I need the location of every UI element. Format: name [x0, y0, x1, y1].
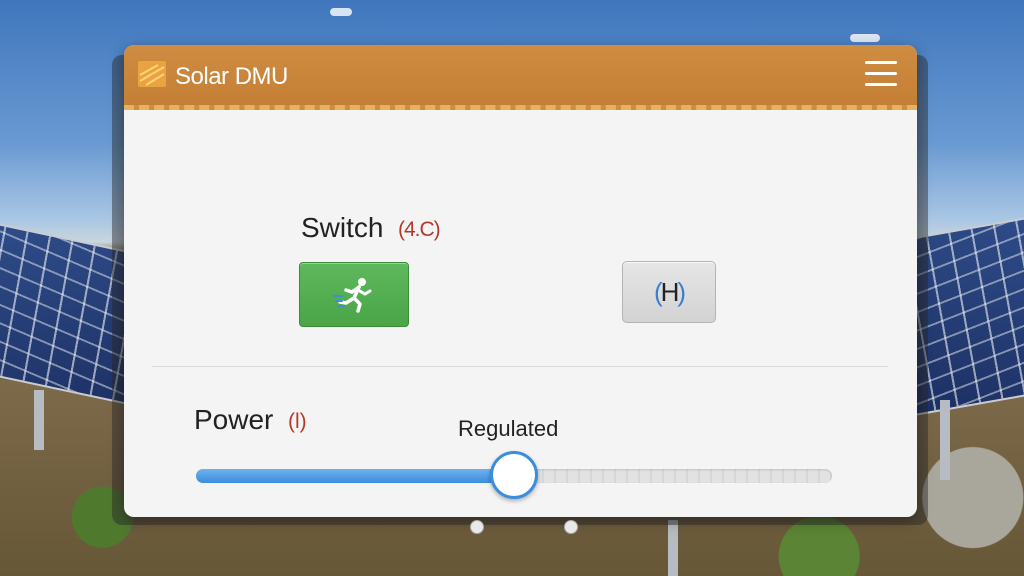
run-button[interactable]	[299, 262, 409, 327]
power-slider-fill	[196, 469, 514, 483]
power-label: Power	[194, 404, 274, 435]
section-divider	[152, 366, 888, 367]
background-cloud	[330, 8, 352, 16]
power-slider-thumb[interactable]	[490, 451, 538, 499]
power-slider-track[interactable]	[196, 451, 832, 499]
screen: Solar DMU Switch (4.C) (H) Power (l) Reg…	[0, 0, 1024, 576]
window-resize-handle[interactable]	[470, 520, 484, 534]
window-resize-handle[interactable]	[564, 520, 578, 534]
title-bar: Solar DMU	[124, 45, 917, 110]
running-person-icon	[333, 277, 372, 313]
background-cloud	[850, 34, 880, 42]
switch-label: Switch	[301, 212, 384, 243]
app-title: Solar DMU	[175, 63, 288, 90]
power-status-badge: (l)	[288, 410, 307, 433]
solar-logo-icon	[138, 61, 166, 87]
switch-status-badge: (4.C)	[398, 218, 441, 241]
background-post	[34, 390, 44, 450]
hold-button[interactable]: (H)	[622, 261, 716, 323]
background-post	[940, 400, 950, 480]
app-window: Solar DMU Switch (4.C) (H) Power (l) Reg…	[124, 45, 917, 517]
hamburger-menu-icon[interactable]	[865, 61, 897, 89]
power-slider-value-label: Regulated	[458, 416, 559, 441]
background-post	[668, 520, 678, 576]
hold-button-label: (H)	[653, 276, 686, 307]
control-panel: Switch (4.C) (H) Power (l) Regulated	[124, 110, 917, 517]
